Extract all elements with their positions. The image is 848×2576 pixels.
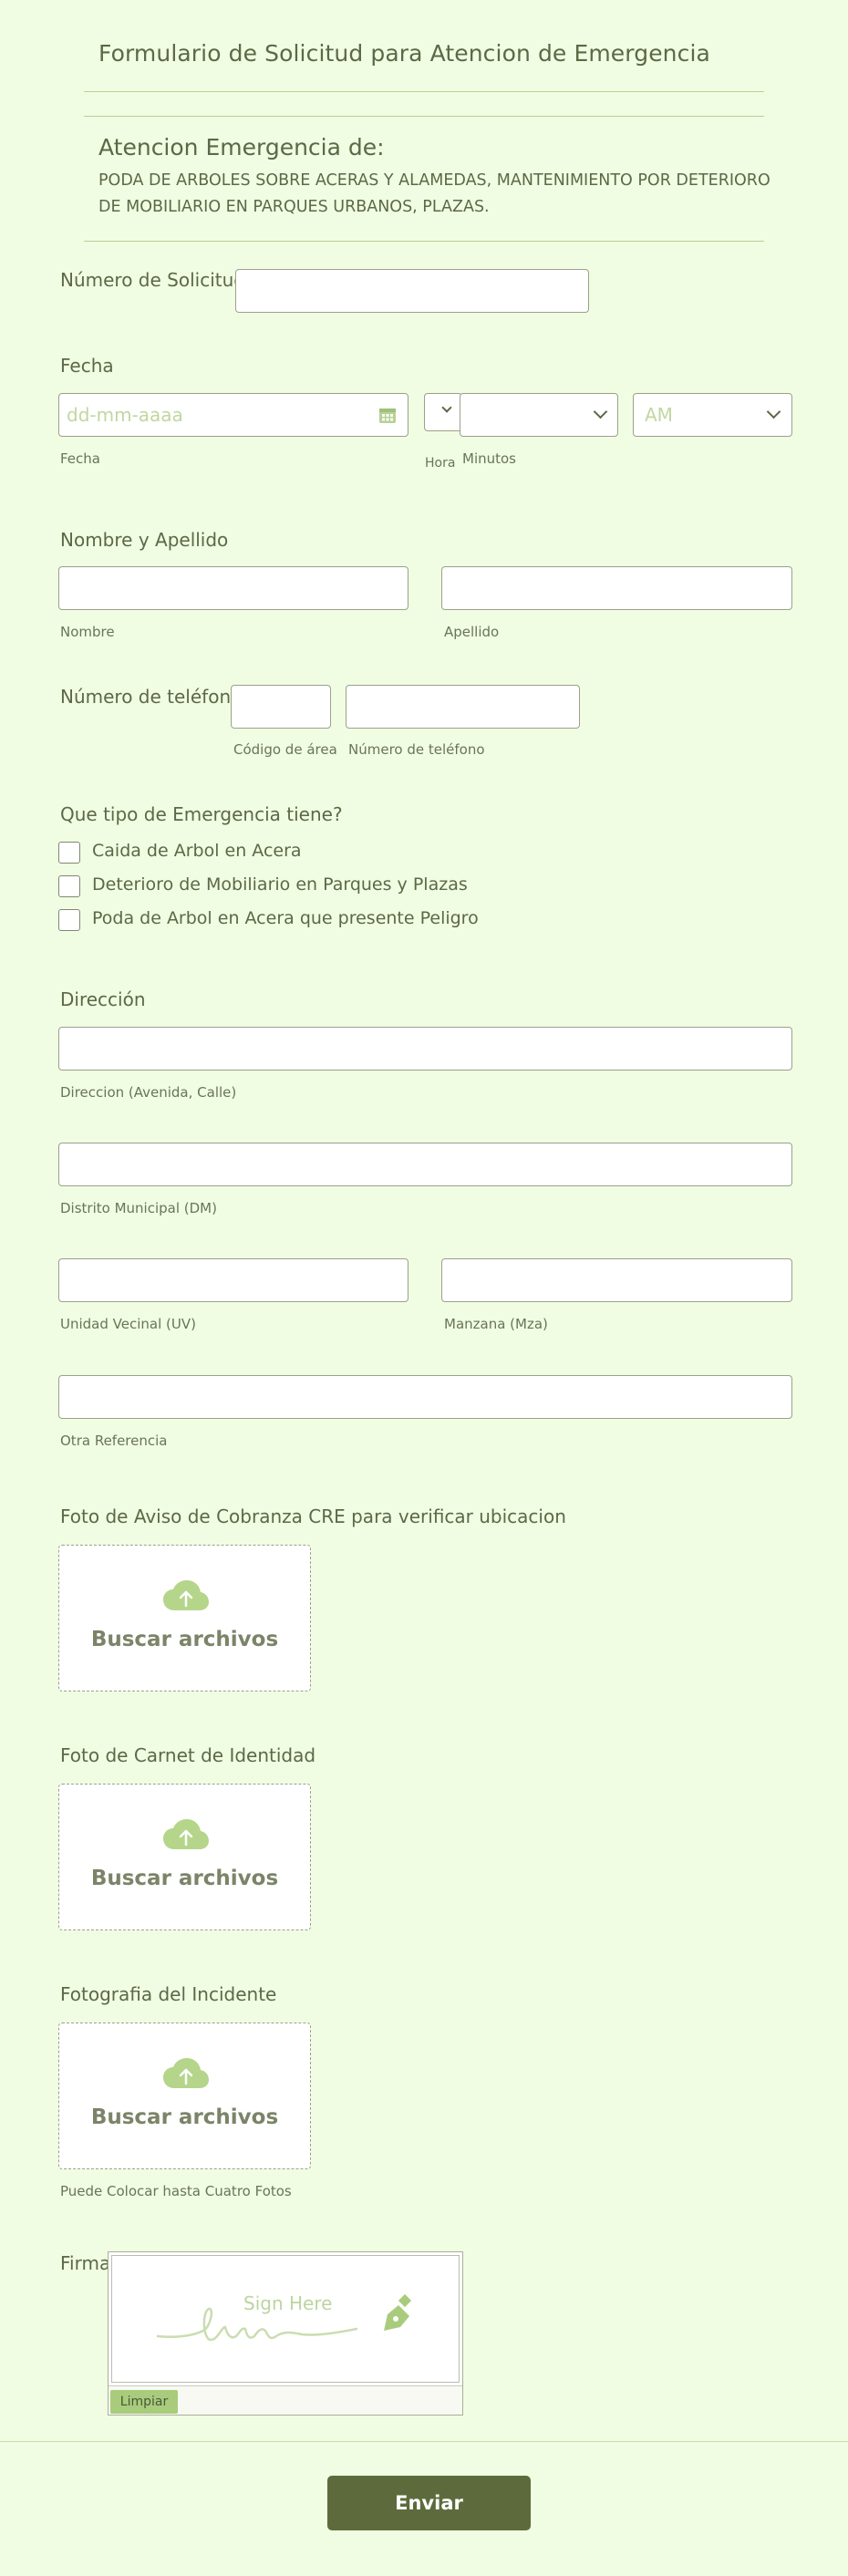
area-code-sublabel: Código de área [233,741,337,758]
district-input[interactable] [58,1143,792,1186]
submit-button[interactable]: Enviar [327,2476,531,2530]
ampm-select[interactable]: AM [633,393,792,437]
checkbox-poda-arbol[interactable] [58,909,80,931]
date-placeholder: dd-mm-aaaa [67,404,183,426]
calendar-icon[interactable] [378,406,397,424]
chevron-down-icon [766,404,781,419]
chevron-down-icon [593,404,608,419]
solicitud-input[interactable] [235,269,589,313]
cloud-upload-icon [163,1580,209,1610]
checkbox-label: Deterioro de Mobiliario en Parques y Pla… [92,874,468,895]
checkbox-label: Poda de Arbol en Acera que presente Peli… [92,908,479,928]
divider [84,91,764,92]
reference-sublabel: Otra Referencia [60,1433,168,1449]
upload-incidente-note: Puede Colocar hasta Cuatro Fotos [60,2183,292,2199]
checkbox-deterioro-mobiliario[interactable] [58,875,80,897]
cloud-upload-icon [163,2058,209,2088]
signature-pad[interactable]: Sign Here Limpiar [108,2251,463,2416]
uv-input[interactable] [58,1258,408,1302]
hour-select[interactable] [424,393,462,431]
footer-divider [0,2441,848,2442]
checkbox-label: Caida de Arbol en Acera [92,841,302,861]
date-input[interactable]: dd-mm-aaaa [58,393,408,437]
upload-cre-label: Foto de Aviso de Cobranza CRE para verif… [60,1505,566,1527]
checkbox-caida-arbol[interactable] [58,842,80,864]
signature-canvas[interactable]: Sign Here [111,2255,460,2383]
signature-toolbar: Limpiar [109,2385,462,2415]
mza-input[interactable] [441,1258,792,1302]
direccion-label: Dirección [60,988,146,1010]
street-input[interactable] [58,1027,792,1071]
phone-number-input[interactable] [346,685,580,729]
area-code-input[interactable] [231,685,331,729]
upload-incidente-label: Fotografia del Incidente [60,1983,277,2005]
minutes-sublabel: Minutos [462,450,516,467]
clear-signature-button[interactable]: Limpiar [110,2390,178,2414]
upload-incidente-dropzone[interactable]: Buscar archivos [58,2023,311,2169]
date-sublabel: Fecha [60,450,100,467]
hour-sublabel: Hora [425,456,456,471]
form-title: Formulario de Solicitud para Atencion de… [98,40,710,67]
divider [84,116,764,117]
pen-icon [384,2294,412,2331]
minutes-select[interactable] [460,393,618,437]
uv-sublabel: Unidad Vecinal (UV) [60,1316,196,1332]
nombre-label: Nombre y Apellido [60,529,229,551]
mza-sublabel: Manzana (Mza) [444,1316,548,1332]
chevron-down-icon [441,402,452,413]
emergencia-label: Que tipo de Emergencia tiene? [60,803,343,825]
first-name-sublabel: Nombre [60,624,115,640]
upload-carnet-label: Foto de Carnet de Identidad [60,1744,316,1766]
phone-number-sublabel: Número de teléfono [348,741,485,758]
divider [84,241,764,242]
last-name-sublabel: Apellido [444,624,500,640]
solicitud-label: Número de Solicitud [60,269,245,291]
form-page: Formulario de Solicitud para Atencion de… [0,0,848,2576]
fecha-label: Fecha [60,355,114,377]
first-name-input[interactable] [58,566,408,610]
last-name-input[interactable] [441,566,792,610]
telefono-label: Número de teléfono [60,686,243,708]
ampm-value: AM [645,404,673,426]
upload-button-text[interactable]: Buscar archivos [59,1628,310,1651]
upload-button-text[interactable]: Buscar archivos [59,1867,310,1890]
reference-input[interactable] [58,1375,792,1419]
cloud-upload-icon [163,1819,209,1849]
section-title: Atencion Emergencia de: [98,134,385,160]
district-sublabel: Distrito Municipal (DM) [60,1200,217,1216]
firma-label: Firma [60,2252,111,2274]
upload-carnet-dropzone[interactable]: Buscar archivos [58,1784,311,1930]
street-sublabel: Direccion (Avenida, Calle) [60,1084,237,1101]
upload-button-text[interactable]: Buscar archivos [59,2105,310,2129]
section-description-line-1: PODA DE ARBOLES SOBRE ACERAS Y ALAMEDAS,… [98,171,770,190]
upload-cre-dropzone[interactable]: Buscar archivos [58,1545,311,1691]
section-description-line-2: DE MOBILIARIO EN PARQUES URBANOS, PLAZAS… [98,198,490,216]
